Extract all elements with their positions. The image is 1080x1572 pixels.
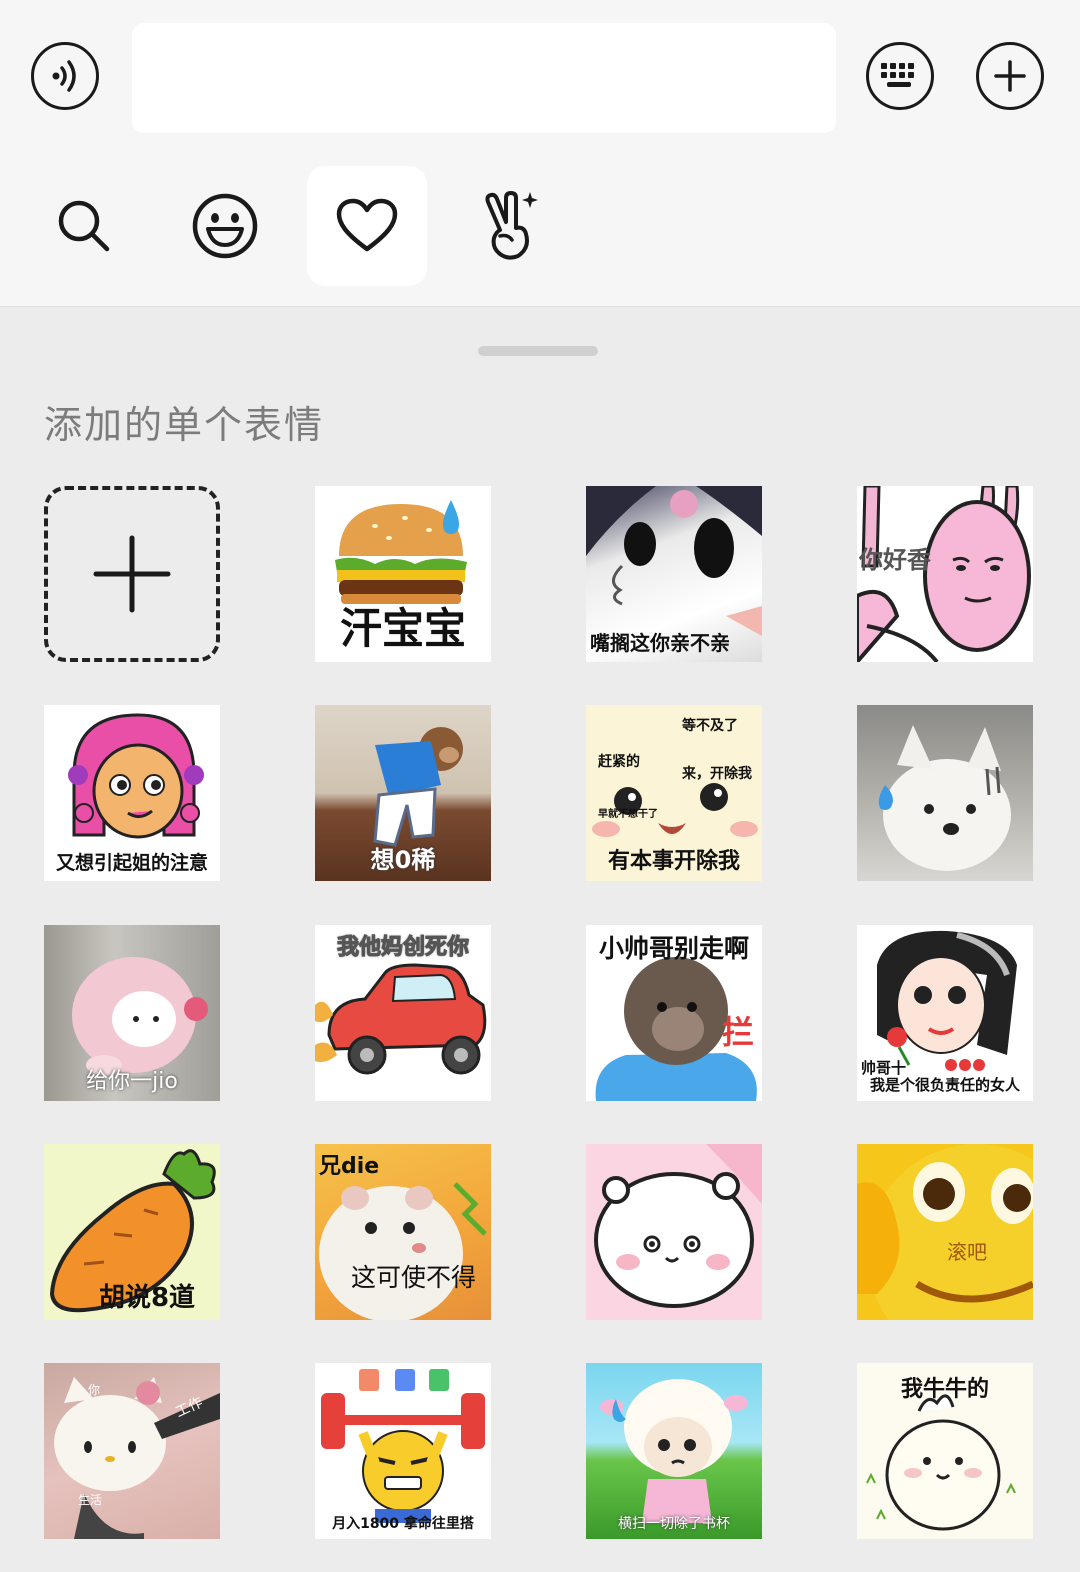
sticker-caption: 这可使不得 bbox=[351, 1263, 477, 1292]
sticker-item[interactable]: 给你一jio bbox=[44, 925, 220, 1101]
sticker-item[interactable]: 你 工作 生活 bbox=[44, 1363, 220, 1539]
sticker-item[interactable]: 胡说8道 bbox=[44, 1144, 220, 1320]
sticker-caption: 我他妈创死你 bbox=[336, 935, 469, 961]
input-toolbar bbox=[0, 0, 1080, 307]
voice-icon bbox=[52, 60, 76, 92]
chiikawa-image bbox=[594, 1144, 762, 1308]
tab-search[interactable] bbox=[24, 166, 144, 286]
tab-favorites[interactable] bbox=[307, 166, 427, 286]
sticker-caption: 给你一jio bbox=[86, 1069, 178, 1094]
sticker-item[interactable]: 兄die 这可使不得 bbox=[315, 1144, 491, 1320]
victory-hand-icon bbox=[485, 191, 538, 260]
sticker-caption: 滚吧 bbox=[947, 1240, 987, 1264]
sticker-item[interactable]: 滚吧 bbox=[857, 1144, 1033, 1320]
sticker-item[interactable]: 汗宝宝 bbox=[315, 486, 491, 662]
sticker-caption: 生活 bbox=[78, 1493, 103, 1507]
sticker-caption: 我是个很负责任的女人 bbox=[869, 1076, 1020, 1094]
sticker-item[interactable]: 月入1800 拿命往里搭 bbox=[315, 1363, 491, 1539]
sticker-caption: 等不及了 bbox=[682, 718, 738, 734]
keyboard-icon bbox=[881, 63, 914, 87]
sticker-caption: 来，开除我 bbox=[682, 766, 752, 782]
sticker-item[interactable]: 帅哥十 我是个很负责任的女人 bbox=[857, 925, 1033, 1101]
sticker-caption: 又想引起姐的注意 bbox=[55, 852, 208, 874]
search-icon bbox=[58, 200, 110, 252]
sticker-caption: 小帅哥别走啊 bbox=[598, 934, 749, 963]
sticker-caption: 月入1800 拿命往里搭 bbox=[332, 1516, 474, 1532]
sticker-item[interactable]: 等不及了 赶紧的 来，开除我 早就不想干了 有本事开除我 bbox=[586, 705, 762, 881]
sticker-caption: 早就不想干了 bbox=[598, 809, 658, 820]
sticker-item[interactable]: 又想引起姐的注意 bbox=[44, 705, 220, 881]
drag-handle[interactable] bbox=[478, 346, 598, 356]
tab-emoji[interactable] bbox=[165, 166, 285, 286]
add-sticker-button[interactable] bbox=[44, 486, 220, 662]
sticker-caption: 我牛牛的 bbox=[900, 1377, 989, 1402]
yellow-smiley-image bbox=[857, 1144, 1033, 1320]
sticker-item[interactable]: 小帅哥别走啊 拦 bbox=[586, 925, 762, 1101]
heart-icon bbox=[336, 198, 398, 252]
sticker-caption: 兄die bbox=[319, 1154, 380, 1179]
dog-image bbox=[878, 725, 1011, 871]
sticker-item[interactable]: 横扫一切除了书杯 bbox=[586, 1363, 762, 1539]
keyboard-button[interactable] bbox=[866, 42, 934, 110]
sticker-caption: 有本事开除我 bbox=[607, 849, 740, 874]
plus-icon bbox=[994, 60, 1026, 92]
sticker-caption: 胡说8道 bbox=[98, 1283, 196, 1313]
more-button[interactable] bbox=[976, 42, 1044, 110]
smiley-icon bbox=[192, 193, 258, 259]
sticker-item[interactable] bbox=[857, 705, 1033, 881]
sticker-caption: 横扫一切除了书杯 bbox=[618, 1516, 730, 1532]
message-input[interactable] bbox=[132, 23, 836, 133]
plus-icon bbox=[93, 535, 171, 613]
sticker-item[interactable]: 你好香 bbox=[857, 486, 1033, 662]
tab-stickers[interactable] bbox=[450, 166, 570, 286]
sticker-caption: 你好香 bbox=[859, 546, 931, 574]
section-title: 添加的单个表情 bbox=[44, 403, 325, 447]
voice-input-button[interactable] bbox=[31, 42, 99, 110]
sticker-item[interactable]: 嘴搁这你亲不亲 bbox=[586, 486, 762, 662]
sticker-caption: 拦 bbox=[722, 1013, 755, 1051]
sticker-item[interactable]: 我牛牛的 bbox=[857, 1363, 1033, 1539]
sticker-item[interactable] bbox=[586, 1144, 762, 1320]
sticker-caption: 嘴搁这你亲不亲 bbox=[590, 631, 730, 655]
sticker-item[interactable]: 我他妈创死你 bbox=[315, 925, 491, 1101]
sticker-caption: 想0稀 bbox=[370, 846, 436, 874]
sticker-item[interactable]: 想0稀 bbox=[315, 705, 491, 881]
sticker-caption: 汗宝宝 bbox=[339, 604, 466, 653]
